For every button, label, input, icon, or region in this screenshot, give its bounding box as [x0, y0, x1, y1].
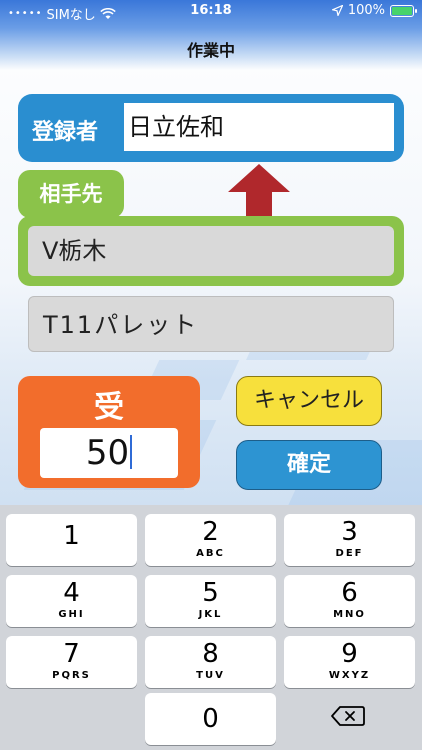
registrant-label: 登録者 [32, 120, 99, 145]
partner-panel: V栃木 [18, 216, 404, 286]
status-right: 100% [331, 3, 417, 18]
key-4[interactable]: 4 GHI [6, 575, 137, 627]
key-8[interactable]: 8 TUV [145, 636, 276, 688]
receive-panel: 受 50 [18, 376, 200, 488]
key-digit: 1 [63, 521, 80, 551]
confirm-button[interactable]: 確定 [236, 440, 382, 490]
key-letters: MNO [333, 609, 366, 620]
key-5[interactable]: 5 JKL [145, 575, 276, 627]
item-field[interactable]: T11パレット [28, 296, 394, 352]
key-digit: 7 [63, 639, 80, 669]
key-letters: WXYZ [328, 670, 371, 681]
up-arrow-icon [228, 164, 290, 224]
key-digit: 9 [341, 639, 358, 669]
key-9[interactable]: 9 WXYZ [284, 636, 415, 688]
key-digit: 5 [202, 578, 219, 608]
quantity-input[interactable]: 50 [40, 428, 178, 478]
quantity-value: 50 [85, 433, 130, 473]
numeric-keypad: 1 2 ABC 3 DEF 4 GHI 5 JKL 6 MNO 7 PQRS 8… [0, 505, 422, 750]
location-arrow-icon [331, 5, 343, 16]
key-letters: PQRS [52, 670, 91, 681]
key-digit: 0 [202, 704, 219, 734]
registrant-field[interactable]: 日立佐和 [124, 103, 394, 151]
key-letters: ABC [196, 548, 225, 559]
key-digit: 4 [63, 578, 80, 608]
text-caret [130, 435, 133, 469]
page-title: 作業中 [186, 41, 235, 60]
battery-charging-icon [390, 4, 417, 17]
key-1[interactable]: 1 [6, 514, 137, 566]
key-digit: 6 [341, 578, 358, 608]
key-0[interactable]: 0 [145, 693, 276, 745]
backspace-icon[interactable] [328, 701, 368, 731]
partner-field[interactable]: V栃木 [28, 226, 394, 276]
key-letters: DEF [335, 548, 364, 559]
key-7[interactable]: 7 PQRS [6, 636, 137, 688]
key-letters: GHI [58, 609, 85, 620]
key-3[interactable]: 3 DEF [284, 514, 415, 566]
receive-label: 受 [94, 390, 124, 425]
key-letters: TUV [196, 670, 225, 681]
battery-percent: 100% [347, 3, 385, 18]
nav-header: ••••• SIMなし 16:18 100% 作業中 [0, 0, 422, 70]
key-6[interactable]: 6 MNO [284, 575, 415, 627]
key-digit: 3 [341, 517, 358, 547]
key-letters: JKL [198, 609, 223, 620]
registrant-panel: 登録者 日立佐和 [18, 94, 404, 162]
cancel-button[interactable]: キャンセル [236, 376, 382, 426]
key-2[interactable]: 2 ABC [145, 514, 276, 566]
key-digit: 2 [202, 517, 219, 547]
key-digit: 8 [202, 639, 219, 669]
partner-label: 相手先 [18, 170, 124, 218]
status-bar: ••••• SIMなし 16:18 100% [0, 0, 422, 24]
